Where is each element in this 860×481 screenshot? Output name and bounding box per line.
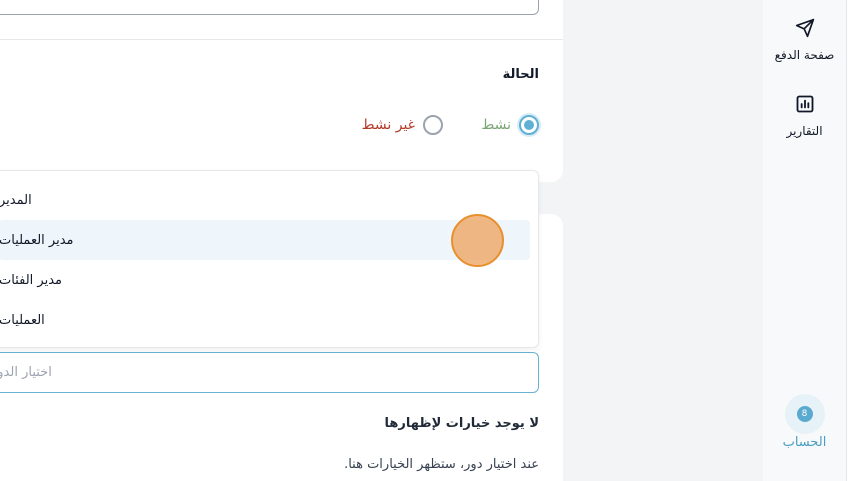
sidebar-item-label: التقارير [786,124,823,138]
role-select[interactable]: اختيار الدور [0,352,539,393]
role-option-manager[interactable]: المدير [0,180,530,220]
role-dropdown-menu: المدير مدير العمليات مدير الفئات العمليا… [0,170,539,348]
sidebar-item-payment-page[interactable]: صفحة الدفع [763,18,846,62]
no-options-hint: عند اختيار دور، ستظهر الخيارات هنا. [344,457,539,472]
send-icon [795,18,814,38]
status-active-radio[interactable]: نشط [481,115,539,135]
role-option-categories-manager[interactable]: مدير الفئات [0,260,530,300]
avatar: 8 [796,406,813,422]
sidebar-item-label: الحساب [782,435,827,450]
window-edge [846,0,860,481]
previous-field-input[interactable] [0,0,539,15]
bar-chart-icon [796,95,813,113]
status-active-label: نشط [481,117,511,133]
radio-checked-icon [519,115,539,135]
status-card [0,0,563,182]
no-options-title: لا يوجد خيارات لإظهارها [384,416,540,431]
sidebar-item-account[interactable]: 8 الحساب [763,394,846,450]
avatar-icon: 8 [784,394,825,434]
sidebar: صفحة الدفع التقارير 8 الحساب [763,0,846,481]
sidebar-item-reports[interactable]: التقارير [763,94,846,138]
radio-unchecked-icon [423,115,443,135]
section-divider [0,39,563,40]
role-option-operations-manager[interactable]: مدير العمليات [0,220,530,260]
sidebar-item-label: صفحة الدفع [774,48,835,62]
status-inactive-radio[interactable]: غير نشط [362,115,443,135]
role-option-operations[interactable]: العمليات [0,300,530,340]
status-label: الحالة [502,67,539,82]
status-inactive-label: غير نشط [361,117,415,133]
